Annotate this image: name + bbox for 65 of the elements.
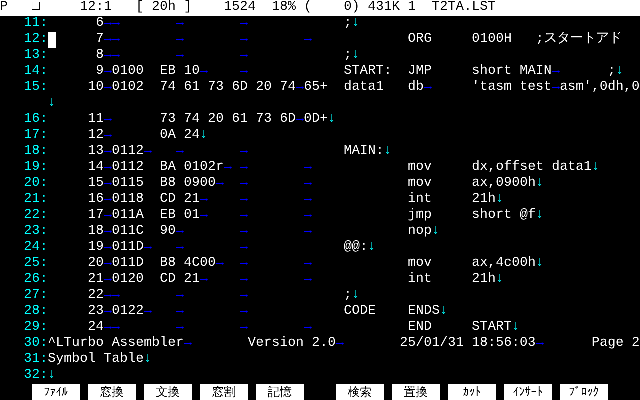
listing-line: 24→→ → → → END START↓ [86, 320, 520, 336]
listing-line: ↓ [48, 368, 56, 384]
function-key[interactable]: 窓換 [88, 384, 136, 400]
line-number: 30: [24, 336, 48, 352]
listing-line: 22→→ → → ;↓ [86, 288, 360, 304]
listing-line: ^LTurbo Assembler→ Version 2.0→ 25/01/31 18:56:03→ Page 2 [48, 336, 640, 352]
function-key[interactable]: 記憶 [256, 384, 304, 400]
line-number: 22: [24, 208, 48, 224]
box-indicator: □ [32, 0, 41, 16]
free-memory: 431K [368, 0, 401, 16]
listing-line: 16→0118 CD 21→ → → int 21h↓ [86, 192, 504, 208]
line-number: 18: [24, 144, 48, 160]
listing-line: 21→0120 CD 21→ → → int 21h↓ [86, 272, 504, 288]
line-number: 31: [24, 352, 48, 368]
line-number: 15: [24, 80, 48, 96]
listing-line: 13→0112→ → → MAIN:↓ [86, 144, 392, 160]
function-key[interactable]: 文換 [144, 384, 192, 400]
listing-line: 18→011C 90→ → → nop↓ [86, 224, 440, 240]
char-code: [ 20h ] [136, 0, 193, 16]
function-key[interactable]: 置換 [392, 384, 440, 400]
line-number: 23: [24, 224, 48, 240]
window-number: 1 [408, 0, 417, 16]
listing-line: 9→0100 EB 10→ → START: JMP short MAIN→ ;↓ [94, 64, 624, 80]
listing-line: ↓ [48, 96, 56, 112]
line-number: 27: [24, 288, 48, 304]
line-number: 12: [24, 32, 48, 48]
line-number: 25: [24, 256, 48, 272]
line-number: 14: [24, 64, 48, 80]
line-number: 28: [24, 304, 48, 320]
percent-indicator: 18% [272, 0, 297, 16]
listing-line: 20→011D B8 4C00→ → → mov ax,4c00h↓ [86, 256, 544, 272]
listing-line: Symbol Table↓ [48, 352, 152, 368]
line-number: 21: [24, 192, 48, 208]
line-counter: ( 0) [304, 0, 361, 16]
function-key[interactable]: 検索 [336, 384, 384, 400]
cursor-position: 12:1 [80, 0, 113, 16]
function-key[interactable]: ﾌｧｲﾙ [32, 384, 80, 400]
listing-line: 15→0115 B8 0900→ → → mov ax,0900h↓ [86, 176, 544, 192]
listing-line: 8→→ → → ;↓ [94, 48, 360, 64]
listing-line: 11→ 73 74 20 61 73 6D→0D+↓ [86, 112, 336, 128]
listing-line: 17→011A EB 01→ → → jmp short @f↓ [86, 208, 544, 224]
line-number: 20: [24, 176, 48, 192]
listing-line: 23→0122→ → → CODE ENDS↓ [86, 304, 448, 320]
listing-line: 6→→ → → ;↓ [94, 16, 360, 32]
file-size: 1524 [224, 0, 257, 16]
function-key[interactable]: ﾌﾞﾛｯｸ [560, 384, 608, 400]
function-key[interactable]: 窓割 [200, 384, 248, 400]
listing-line: 19→011D→ → → @@:↓ [86, 240, 376, 256]
line-number: 29: [24, 320, 48, 336]
line-number: 13: [24, 48, 48, 64]
file-name: T2TA.LST [432, 0, 497, 16]
line-number: 26: [24, 272, 48, 288]
line-number: 17: [24, 128, 48, 144]
listing-line: 14→0112 BA 0102r→ → → mov dx,offset data1↓ [86, 160, 600, 176]
line-number: 19: [24, 160, 48, 176]
function-key[interactable]: ｲﾝｻｰﾄ [504, 384, 552, 400]
listing-line: 7→→ → → → ORG 0100H ;スタートアド [94, 32, 622, 48]
function-key[interactable]: ｶｯﾄ [448, 384, 496, 400]
line-number: 11: [24, 16, 48, 32]
mode-indicator: P [0, 0, 9, 16]
line-number: 32: [24, 368, 48, 384]
listing-line: 12→ 0A 24↓ [86, 128, 208, 144]
line-number: 16: [24, 112, 48, 128]
line-number: 24: [24, 240, 48, 256]
listing-line: 10→0102 74 61 73 6D 20 74→65+ data1 db→ 'tasm test→asm',0dh,0 [86, 80, 640, 96]
